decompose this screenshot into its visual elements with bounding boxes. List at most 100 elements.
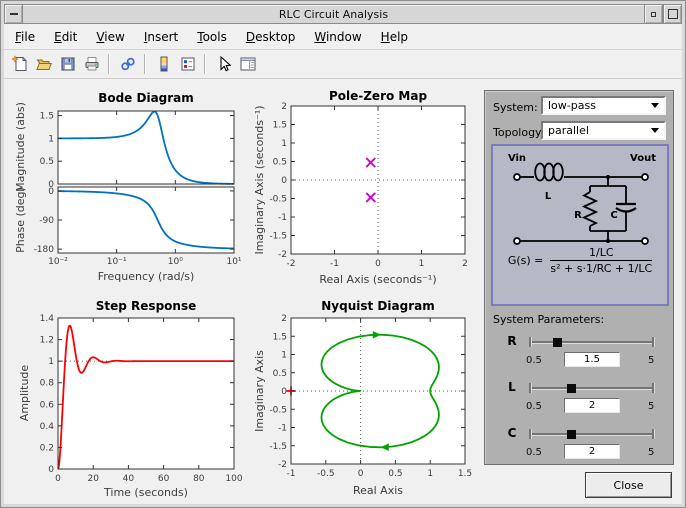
inductor-label: L: [545, 191, 552, 202]
new-document-button[interactable]: [9, 53, 31, 75]
y-tick-label: -2: [278, 250, 287, 260]
pole-zero-map-figure: -2 -1 0 1 2 -2 -1.5 -1 -0.5 0 0.5 1 1.5 2 Pole-Zero Ma…: [254, 89, 468, 286]
x-tick-label: 20: [87, 474, 99, 484]
open-folder-button[interactable]: [33, 53, 55, 75]
y-tick-label: -90: [39, 216, 54, 226]
slider-label-l: L: [508, 380, 516, 394]
vin-label: Vin: [508, 153, 526, 164]
topology-label: Topology:: [493, 126, 545, 139]
slider-value-input[interactable]: 2: [564, 444, 620, 459]
menu-item-insert[interactable]: Insert: [137, 27, 185, 47]
slider-min-tick: [529, 337, 531, 347]
x-tick-label: -2: [287, 259, 296, 269]
y-tick-label: 2: [281, 102, 287, 112]
window-menu-button[interactable]: [4, 4, 23, 24]
y-tick-label: 0: [281, 387, 287, 397]
show-plot-tools-button[interactable]: [237, 53, 259, 75]
y-tick-label: -180: [34, 245, 55, 255]
menu-item-window[interactable]: Window: [307, 27, 368, 47]
system-parameters-label: System Parameters:: [493, 313, 605, 326]
x-tick-label: -1: [287, 469, 296, 479]
print-button[interactable]: [81, 53, 103, 75]
menu-item-desktop[interactable]: Desktop: [239, 27, 303, 47]
y-tick-label: 0.8: [40, 379, 55, 389]
show-plot-tools-icon: [240, 57, 256, 71]
save-button[interactable]: [57, 53, 79, 75]
x-tick-label: 10¹: [226, 257, 241, 267]
y-tick-label: 1.5: [40, 112, 54, 122]
slider-group-c: C 2 0.5 5: [485, 423, 675, 469]
y-tick-label: 1: [281, 351, 287, 361]
y-tick-label: -0.5: [269, 405, 287, 415]
save-icon: [61, 57, 75, 71]
minimize-button[interactable]: [644, 4, 663, 24]
menu-item-edit[interactable]: Edit: [47, 27, 84, 47]
slider-max-label: 5: [648, 401, 655, 412]
maximize-button[interactable]: [663, 4, 682, 24]
bode-mag-title: Bode Diagram: [98, 91, 194, 105]
system-dropdown[interactable]: low-pass: [541, 96, 666, 115]
x-tick-label: 100: [225, 474, 242, 484]
window-title: RLC Circuit Analysis: [23, 4, 644, 24]
topology-dropdown[interactable]: parallel: [541, 121, 666, 140]
transfer-function: G(s) = 1/LC s² + s·1/RC + 1/LC: [493, 246, 667, 275]
slider-value-input[interactable]: 1.5: [564, 352, 620, 367]
topology-dropdown-value: parallel: [548, 124, 589, 137]
open-folder-icon: [36, 59, 52, 70]
slider-track[interactable]: [530, 341, 653, 343]
system-dropdown-value: low-pass: [548, 99, 596, 112]
y-tick-label: 1.5: [273, 121, 287, 131]
menu-item-help[interactable]: Help: [374, 27, 415, 47]
slider-handle[interactable]: [566, 429, 576, 439]
bode-phase-plot-area: [58, 187, 234, 253]
slider-handle[interactable]: [566, 383, 576, 393]
x-tick-label: 0: [375, 259, 381, 269]
y-tick-label: 1.5: [273, 332, 287, 342]
x-tick-label: 0: [55, 474, 61, 484]
bode-diagram-figure: 0 0.5 1 1.5 Bode Diagram Magnitude (abs) 10⁻² 1…: [14, 91, 242, 283]
toolbar: [4, 49, 682, 79]
slider-track[interactable]: [530, 387, 653, 389]
step-response-figure: 0 20 40 60 80 100 0 0.2 0.4 0.6 0.8 1 1.2 1.4 Step Res…: [18, 299, 243, 499]
insert-colorbar-button[interactable]: [153, 53, 175, 75]
slider-min-label: 0.5: [526, 401, 542, 412]
slider-max-label: 5: [648, 355, 655, 366]
slider-min-tick: [529, 429, 531, 439]
maximize-icon: [667, 9, 678, 19]
toolbar-separator: [144, 54, 146, 74]
app-window: RLC Circuit Analysis File Edit View Insert T…: [0, 0, 686, 508]
minimize-icon: [651, 11, 656, 17]
chevron-down-icon: [651, 103, 659, 108]
edit-plot-arrow-button[interactable]: [213, 53, 235, 75]
slider-label-c: C: [507, 426, 517, 440]
chevron-down-icon: [651, 128, 659, 133]
insert-legend-button[interactable]: [177, 53, 199, 75]
print-icon: [85, 57, 99, 71]
slider-group-r: R 1.5 0.5 5: [485, 331, 675, 377]
vout-label: Vout: [630, 153, 656, 164]
x-tick-label: -0.5: [317, 469, 335, 479]
menu-item-file[interactable]: File: [8, 27, 42, 47]
slider-value-input[interactable]: 2: [564, 398, 620, 413]
slider-handle[interactable]: [552, 337, 562, 347]
slider-label-r: R: [507, 334, 517, 348]
slider-max-tick: [652, 383, 654, 393]
menu-item-tools[interactable]: Tools: [190, 27, 234, 47]
nyquist-title: Nyquist Diagram: [321, 299, 434, 313]
x-tick-label: 10⁻¹: [107, 257, 127, 267]
circuit-schematic: Vin Vout L R C: [508, 153, 656, 245]
bode-phase-xlabel: Frequency (rad/s): [98, 270, 195, 283]
terminal: [513, 237, 521, 245]
y-tick-label: 0.2: [40, 443, 54, 453]
link-plots-button[interactable]: [117, 53, 139, 75]
y-tick-label: -1: [278, 213, 287, 223]
close-button[interactable]: Close: [585, 472, 672, 498]
pole-zero-ylabel: Imaginary Axis (seconds⁻¹): [254, 105, 266, 254]
menu-item-view[interactable]: View: [89, 27, 131, 47]
toolbar-separator: [204, 54, 206, 74]
transfer-function-lhs: G(s) =: [507, 254, 544, 267]
edit-plot-arrow-icon: [220, 55, 232, 72]
x-tick-label: 1: [419, 259, 425, 269]
slider-track[interactable]: [530, 433, 653, 435]
slider-max-label: 5: [648, 447, 655, 458]
